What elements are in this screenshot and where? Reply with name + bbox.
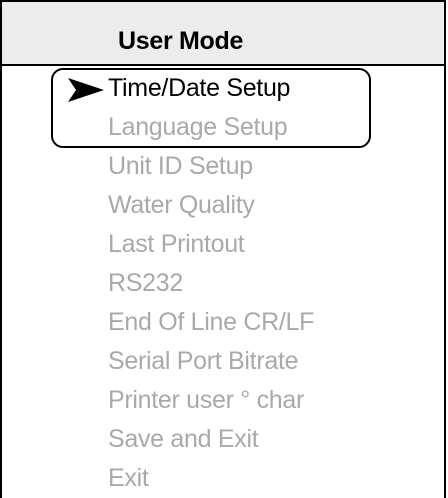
menu-item-printer-user-char[interactable]: Printer user ° char [108,388,304,413]
menu-list: Time/Date Setup Language Setup Unit ID S… [2,2,444,498]
menu-item-unit-id-setup[interactable]: Unit ID Setup [108,154,253,179]
menu-item-water-quality[interactable]: Water Quality [108,193,255,218]
menu-item-exit[interactable]: Exit [108,466,149,491]
user-mode-panel: User Mode Time/Date Setup Language Setup… [0,0,446,498]
arrow-right-icon [68,78,104,102]
menu-item-time-date-setup[interactable]: Time/Date Setup [108,76,290,101]
menu-item-last-printout[interactable]: Last Printout [108,232,245,257]
menu-item-save-and-exit[interactable]: Save and Exit [108,427,259,452]
menu-item-end-of-line[interactable]: End Of Line CR/LF [108,310,314,335]
menu-item-language-setup[interactable]: Language Setup [108,115,288,140]
menu-item-serial-port-bitrate[interactable]: Serial Port Bitrate [108,349,299,374]
menu-item-rs232[interactable]: RS232 [108,271,183,296]
